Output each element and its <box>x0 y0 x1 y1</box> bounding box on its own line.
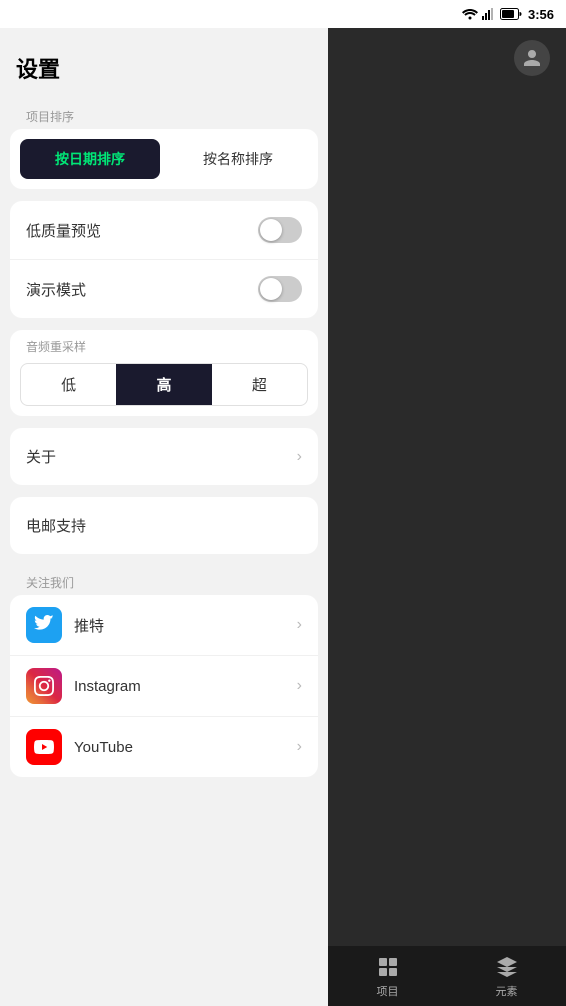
demo-mode-label: 演示模式 <box>26 279 86 300</box>
status-bar: 3:56 <box>0 0 566 28</box>
youtube-icon <box>26 729 62 765</box>
follow-card: 推特 › Instagram › YouTube › <box>10 595 318 777</box>
elements-icon <box>493 953 521 981</box>
audio-card: 音频重采样 低 高 超 <box>10 330 318 416</box>
youtube-row[interactable]: YouTube › <box>10 717 318 777</box>
low-quality-toggle[interactable] <box>258 217 302 243</box>
low-quality-row: 低质量预览 <box>10 201 318 260</box>
elements-nav-label: 元素 <box>496 983 518 999</box>
projects-nav-label: 项目 <box>377 983 399 999</box>
email-card: 电邮支持 <box>10 497 318 554</box>
profile-icon[interactable] <box>514 40 550 76</box>
signal-icon <box>482 8 496 20</box>
instagram-label: Instagram <box>74 678 297 695</box>
right-panel: 项目 元素 <box>328 0 566 1006</box>
email-label: 电邮支持 <box>26 515 86 536</box>
twitter-icon <box>26 607 62 643</box>
low-quality-label: 低质量预览 <box>26 220 101 241</box>
follow-section-label: 关注我们 <box>10 566 318 595</box>
audio-buttons-group: 低 高 超 <box>20 363 308 406</box>
youtube-label: YouTube <box>74 739 297 756</box>
audio-high-button[interactable]: 高 <box>116 364 211 405</box>
instagram-icon <box>26 668 62 704</box>
sort-by-name-button[interactable]: 按名称排序 <box>168 139 308 179</box>
twitter-row[interactable]: 推特 › <box>10 595 318 656</box>
status-icons <box>462 8 522 20</box>
instagram-chevron-icon: › <box>297 677 302 695</box>
nav-elements[interactable]: 元素 <box>493 953 521 999</box>
projects-icon <box>374 953 402 981</box>
sort-buttons-group: 按日期排序 按名称排序 <box>10 129 318 189</box>
audio-low-button[interactable]: 低 <box>21 364 116 405</box>
sort-section-label: 项目排序 <box>10 100 318 129</box>
about-chevron-icon: › <box>297 448 302 466</box>
instagram-row[interactable]: Instagram › <box>10 656 318 717</box>
about-label: 关于 <box>26 446 56 467</box>
about-row[interactable]: 关于 › <box>10 428 318 485</box>
battery-icon <box>500 8 522 20</box>
demo-mode-toggle[interactable] <box>258 276 302 302</box>
toggle-card: 低质量预览 演示模式 <box>10 201 318 318</box>
twitter-chevron-icon: › <box>297 616 302 634</box>
email-row[interactable]: 电邮支持 <box>10 497 318 554</box>
audio-super-button[interactable]: 超 <box>212 364 307 405</box>
about-card: 关于 › <box>10 428 318 485</box>
right-top-icons <box>328 28 566 88</box>
sort-card: 按日期排序 按名称排序 <box>10 129 318 189</box>
nav-projects[interactable]: 项目 <box>374 953 402 999</box>
settings-panel: 设置 项目排序 按日期排序 按名称排序 低质量预览 演示模式 音频重采样 低 高… <box>0 0 328 1006</box>
bottom-nav: 项目 元素 <box>328 946 566 1006</box>
audio-label: 音频重采样 <box>20 338 308 363</box>
audio-section: 音频重采样 低 高 超 <box>10 330 318 416</box>
twitter-label: 推特 <box>74 615 297 636</box>
youtube-chevron-icon: › <box>297 738 302 756</box>
wifi-icon <box>462 8 478 20</box>
status-time: 3:56 <box>528 7 554 22</box>
bell-icon-placeholder <box>344 40 380 76</box>
demo-mode-row: 演示模式 <box>10 260 318 318</box>
sort-by-date-button[interactable]: 按日期排序 <box>20 139 160 179</box>
right-spacer <box>328 88 566 1006</box>
